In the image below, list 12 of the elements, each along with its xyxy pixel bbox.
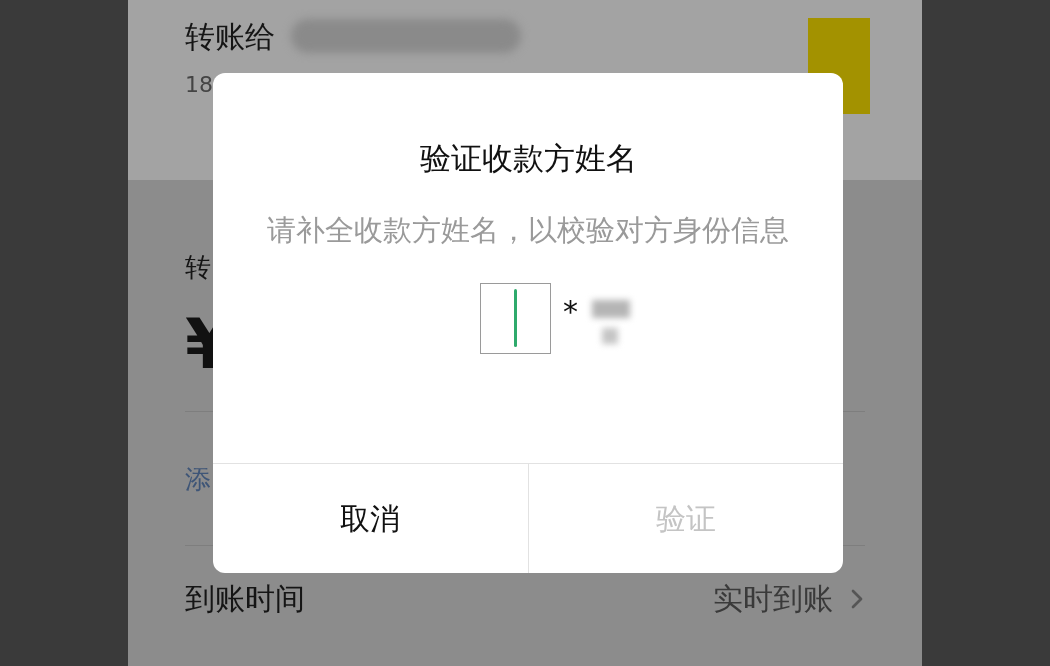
dialog-title: 验证收款方姓名: [419, 139, 637, 178]
phone-number: 18: [185, 71, 213, 99]
name-input-field[interactable]: [480, 282, 551, 354]
amount-label: 转: [185, 251, 211, 284]
add-note-link[interactable]: 添: [185, 460, 211, 499]
name-mask: *: [563, 292, 578, 331]
recipient-label: 转账给: [185, 17, 275, 56]
text-cursor: [514, 289, 517, 347]
dialog-message: 请补全收款方姓名，以校验对方身份信息: [266, 211, 790, 249]
arrival-time-value[interactable]: 实时到账: [713, 576, 833, 621]
dialog-button[interactable]: 取消: [213, 464, 528, 573]
arrival-time-label: 到账时间: [185, 580, 305, 618]
